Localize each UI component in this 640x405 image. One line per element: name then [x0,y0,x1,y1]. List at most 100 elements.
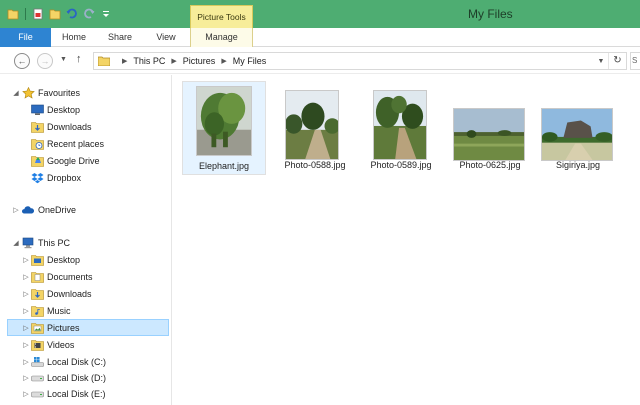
tree-label: Downloads [47,289,92,299]
desktop-folder-icon [31,255,44,266]
file-name: Elephant.jpg [198,161,250,171]
tree-label: OneDrive [38,205,77,215]
tree-label: Google Drive [47,156,100,166]
expanded-arrow-icon[interactable]: ◢ [12,89,20,97]
computer-icon [22,237,34,249]
tree-label: Documents [47,272,93,282]
title-bar: Picture Tools My Files [0,0,640,28]
pictures-folder-icon [31,322,44,334]
file-name: Sigiriya.jpg [555,160,601,170]
file-item[interactable]: Photo-0625.jpg [448,81,532,175]
system-drive-icon [31,357,44,367]
breadcrumb-this-pc[interactable]: This PC [133,56,165,66]
tree-favourites-dropbox[interactable]: Dropbox [0,170,172,186]
quick-access-toolbar [6,6,113,22]
tree-this-pc-local-disk-c[interactable]: ▷ Local Disk (C:) [0,354,172,370]
tree-label: Recent places [47,139,105,149]
folder-icon[interactable] [6,7,20,21]
collapsed-arrow-icon[interactable]: ▷ [22,273,30,281]
image-thumbnail [453,108,525,161]
breadcrumb-pictures[interactable]: Pictures [183,56,216,66]
forward-arrow-icon: → [40,56,50,66]
file-item[interactable]: Sigiriya.jpg [536,81,620,175]
file-name: Photo-0589.jpg [370,160,432,170]
tree-this-pc-desktop[interactable]: ▷ Desktop [0,252,172,268]
tree-this-pc-local-disk-e[interactable]: ▷ Local Disk (E:) [0,386,172,402]
file-item[interactable]: Elephant.jpg [182,81,266,175]
breadcrumb-my-files[interactable]: My Files [233,56,267,66]
image-thumbnail [373,90,427,160]
file-item[interactable]: Photo-0589.jpg [359,81,443,175]
tab-view[interactable]: View [143,28,189,47]
chevron-right-icon[interactable]: ▶ [221,57,226,65]
tree-this-pc-music[interactable]: ▷ Music [0,303,172,319]
refresh-icon[interactable]: ↻ [608,53,626,69]
tree-label: Desktop [47,105,81,115]
new-folder-icon[interactable] [48,7,62,21]
drive-icon [31,375,44,382]
tree-this-pc-documents[interactable]: ▷ Documents [0,269,172,285]
tree-label: Desktop [47,255,81,265]
collapsed-arrow-icon[interactable]: ▷ [22,341,30,349]
tree-favourites[interactable]: ◢ Favourites [0,85,172,101]
documents-folder-icon [31,272,44,283]
tab-manage[interactable]: Manage [190,28,253,47]
tree-label: Favourites [38,88,81,98]
properties-icon[interactable] [31,7,45,21]
back-button[interactable]: ← [14,53,30,69]
expanded-arrow-icon[interactable]: ◢ [12,239,20,247]
chevron-right-icon[interactable]: ▶ [122,57,127,65]
tree-this-pc[interactable]: ◢ This PC [0,235,172,251]
search-box[interactable]: S [630,52,640,70]
address-bar[interactable]: ▶ This PC ▶ Pictures ▶ My Files ▼ ↻ [93,52,627,70]
file-item[interactable]: Photo-0588.jpg [273,81,357,175]
image-thumbnail [541,108,613,161]
tree-favourites-desktop[interactable]: Desktop [0,102,172,118]
navigation-bar: ← → ▼ ↑ ▶ This PC ▶ Pictures ▶ My Files … [0,48,640,74]
collapsed-arrow-icon[interactable]: ▷ [22,358,30,366]
customize-toolbar-icon[interactable] [99,7,113,21]
tree-favourites-downloads[interactable]: Downloads [0,119,172,135]
collapsed-arrow-icon[interactable]: ▷ [22,290,30,298]
navigation-pane: ◢ Favourites Desktop Downloads Recent pl… [0,75,172,405]
chevron-down-icon[interactable]: ▼ [594,58,608,65]
collapsed-arrow-icon[interactable]: ▷ [22,324,30,332]
tree-favourites-google-drive[interactable]: Google Drive [0,153,172,169]
collapsed-arrow-icon[interactable]: ▷ [22,374,30,382]
tree-this-pc-downloads[interactable]: ▷ Downloads [0,286,172,302]
downloads-folder-icon [31,289,44,300]
tab-share[interactable]: Share [97,28,143,47]
tree-this-pc-videos[interactable]: ▷ Videos [0,337,172,353]
ribbon-tabs: File Home Share View Manage [0,28,640,47]
tree-label: Downloads [47,122,92,132]
recent-locations-dropdown-icon[interactable]: ▼ [60,56,67,63]
redo-icon[interactable] [82,7,96,21]
tree-this-pc-pictures[interactable]: ▷ Pictures [7,319,169,336]
back-arrow-icon: ← [17,56,27,66]
recent-places-icon [31,139,44,150]
tree-label: Music [47,306,71,316]
forward-button[interactable]: → [37,53,53,69]
collapsed-arrow-icon[interactable]: ▷ [12,206,20,214]
tab-file[interactable]: File [0,28,51,47]
tree-onedrive[interactable]: ▷ OneDrive [0,202,172,218]
desktop-icon [31,104,44,115]
file-view: Elephant.jpg Photo-0588.jpg Photo-0589.j… [173,75,640,405]
downloads-folder-icon [31,122,44,133]
tab-home[interactable]: Home [51,28,97,47]
file-name: Photo-0625.jpg [459,160,521,170]
chevron-right-icon[interactable]: ▶ [171,57,176,65]
window-title: My Files [468,7,513,21]
up-arrow-icon[interactable]: ↑ [76,53,82,65]
tree-this-pc-local-disk-d[interactable]: ▷ Local Disk (D:) [0,370,172,386]
file-name: Photo-0588.jpg [284,160,346,170]
collapsed-arrow-icon[interactable]: ▷ [22,307,30,315]
tree-favourites-recent-places[interactable]: Recent places [0,136,172,152]
tree-label: Local Disk (E:) [47,389,106,399]
music-folder-icon [31,306,44,317]
undo-icon[interactable] [65,7,79,21]
toolbar-divider [25,8,26,20]
dropbox-icon [31,173,44,184]
collapsed-arrow-icon[interactable]: ▷ [22,390,30,398]
collapsed-arrow-icon[interactable]: ▷ [22,256,30,264]
